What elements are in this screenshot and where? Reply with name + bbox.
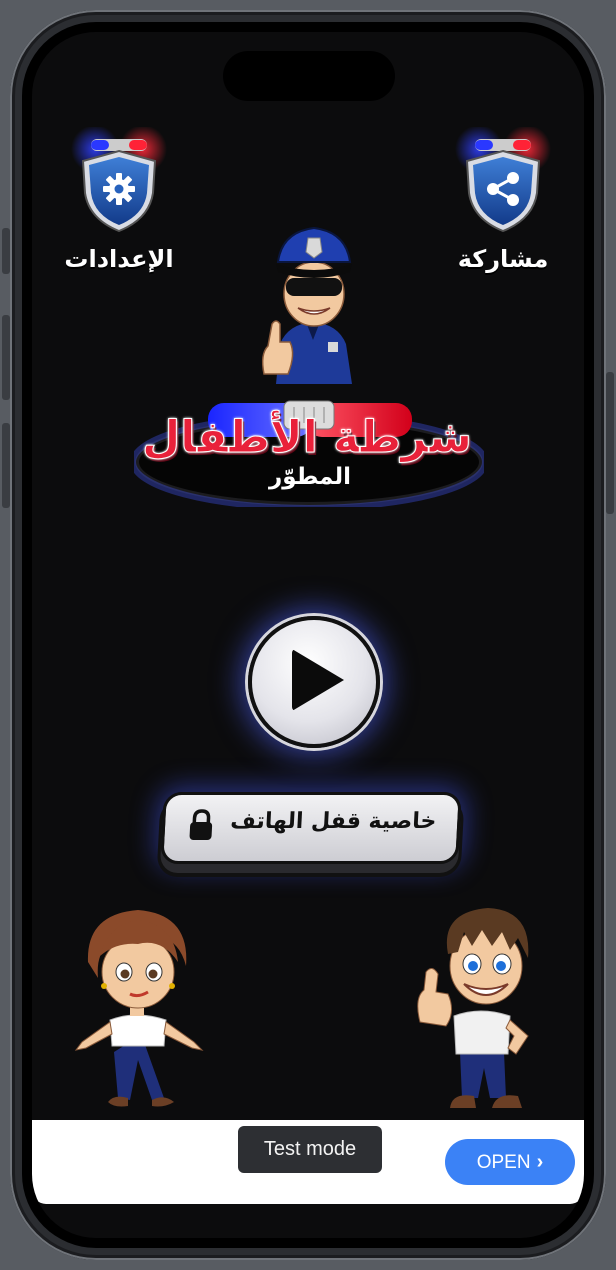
phone-volume-down bbox=[2, 423, 10, 508]
app-screen: الإعدادات مشاركة شرطة الأطفال المطوّر خا… bbox=[32, 32, 584, 1238]
phone-mute-switch bbox=[2, 228, 10, 274]
test-mode-badge: Test mode bbox=[238, 1126, 382, 1173]
share-label: مشاركة bbox=[457, 245, 549, 273]
phone-power-button bbox=[606, 372, 614, 514]
gear-icon bbox=[71, 127, 167, 233]
ad-open-button[interactable]: OPEN › bbox=[445, 1139, 575, 1185]
ad-open-label: OPEN bbox=[476, 1152, 531, 1173]
police-officer-mascot bbox=[261, 226, 352, 384]
lock-icon bbox=[189, 809, 213, 840]
play-icon bbox=[292, 649, 344, 711]
logo-title: شرطة الأطفال bbox=[142, 412, 473, 464]
share-button[interactable]: مشاركة bbox=[443, 127, 563, 273]
chevron-right-icon: › bbox=[536, 1151, 544, 1173]
boy-character bbox=[417, 908, 529, 1108]
settings-label: الإعدادات bbox=[64, 245, 174, 273]
dynamic-island bbox=[223, 51, 395, 101]
phone-lock-label: خاصية قفل الهاتف bbox=[229, 809, 437, 834]
play-button[interactable] bbox=[248, 616, 380, 748]
logo-subtitle: المطوّر bbox=[268, 464, 351, 490]
girl-character bbox=[74, 910, 204, 1107]
phone-volume-up bbox=[2, 315, 10, 400]
phone-lock-feature-button[interactable]: خاصية قفل الهاتف bbox=[160, 792, 462, 864]
share-icon bbox=[455, 127, 551, 233]
settings-button[interactable]: الإعدادات bbox=[59, 127, 179, 273]
ad-banner[interactable]: Test mode OPEN › bbox=[32, 1120, 584, 1204]
